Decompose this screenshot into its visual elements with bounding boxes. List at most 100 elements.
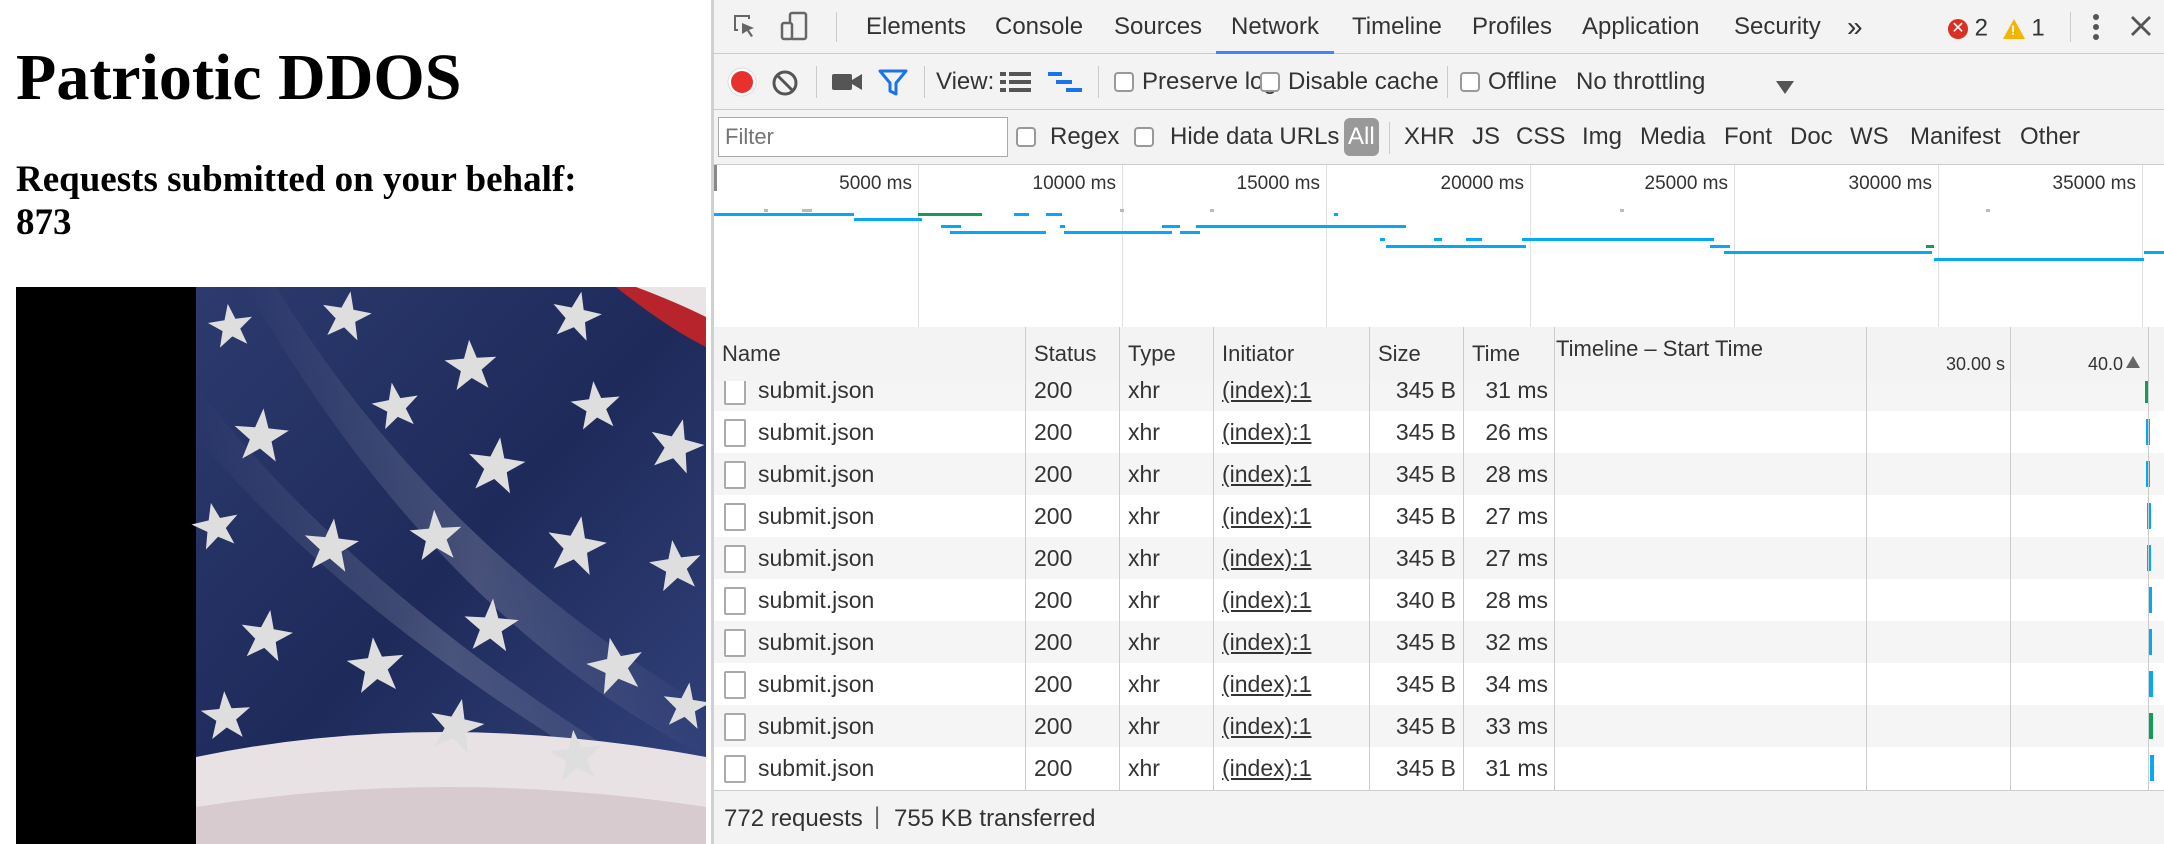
error-counter[interactable]: ✕ 2 ! 1: [1948, 14, 2045, 43]
type-filter-manifest[interactable]: Manifest: [1910, 123, 2001, 151]
page-title: Patriotic DDOS: [16, 41, 462, 114]
disable-cache-label[interactable]: Disable cache: [1288, 68, 1439, 96]
throttling-select[interactable]: No throttling: [1576, 68, 1705, 96]
device-toolbar-icon[interactable]: [780, 11, 810, 50]
view-label: View:: [936, 68, 995, 95]
type-filter-img[interactable]: Img: [1582, 123, 1622, 151]
request-initiator[interactable]: (index):1: [1222, 453, 1311, 495]
request-type: xhr: [1128, 419, 1160, 445]
request-name[interactable]: submit.json: [758, 411, 874, 453]
customize-menu-icon[interactable]: [2086, 11, 2106, 50]
request-initiator[interactable]: (index):1: [1222, 495, 1311, 537]
request-initiator[interactable]: (index):1: [1222, 663, 1311, 705]
request-initiator[interactable]: (index):1: [1222, 381, 1311, 411]
table-row[interactable]: submit.json 200 xhr (index):1 345 B 31 ms: [714, 747, 2164, 789]
request-name[interactable]: submit.json: [758, 621, 874, 663]
american-flag-image: [16, 287, 706, 844]
request-initiator[interactable]: (index):1: [1222, 747, 1311, 789]
large-rows-icon[interactable]: [1000, 70, 1032, 101]
request-name[interactable]: submit.json: [758, 747, 874, 789]
waterfall-view-icon[interactable]: [1048, 70, 1084, 101]
waterfall-bar[interactable]: [2149, 713, 2153, 739]
column-header-size[interactable]: Size: [1378, 327, 1421, 381]
tab-security[interactable]: Security: [1734, 0, 1821, 54]
request-name[interactable]: submit.json: [758, 453, 874, 495]
table-row[interactable]: submit.json 200 xhr (index):1 345 B 27 ms: [714, 537, 2164, 579]
table-row[interactable]: submit.json 200 xhr (index):1 345 B 32 ms: [714, 621, 2164, 663]
table-row[interactable]: submit.json 200 xhr (index):1 345 B 33 ms: [714, 705, 2164, 747]
request-type: xhr: [1128, 461, 1160, 487]
table-row[interactable]: submit.json 200 xhr (index):1 345 B 26 ms: [714, 411, 2164, 453]
request-initiator[interactable]: (index):1: [1222, 537, 1311, 579]
request-name[interactable]: submit.json: [758, 705, 874, 747]
type-filter-other[interactable]: Other: [2020, 123, 2080, 151]
tab-console[interactable]: Console: [995, 0, 1083, 54]
tab-network[interactable]: Network: [1216, 0, 1335, 54]
type-filter-js[interactable]: JS: [1472, 123, 1500, 151]
overview-waterfall: [714, 209, 2164, 261]
waterfall-bar[interactable]: [2150, 755, 2154, 781]
type-filter-xhr[interactable]: XHR: [1404, 123, 1455, 151]
tab-timeline[interactable]: Timeline: [1352, 0, 1442, 54]
tab-elements[interactable]: Elements: [866, 0, 966, 54]
request-name[interactable]: submit.json: [758, 537, 874, 579]
column-header-name[interactable]: Name: [722, 327, 781, 381]
hide-data-urls-checkbox[interactable]: [1134, 127, 1154, 147]
type-filter-doc[interactable]: Doc: [1790, 123, 1833, 151]
offline-checkbox[interactable]: [1460, 72, 1480, 92]
request-initiator[interactable]: (index):1: [1222, 579, 1311, 621]
request-time: 31 ms: [1485, 381, 1548, 403]
tab-profiles[interactable]: Profiles: [1472, 0, 1552, 54]
request-initiator[interactable]: (index):1: [1222, 621, 1311, 663]
tab-sources[interactable]: Sources: [1114, 0, 1202, 54]
filter-icon[interactable]: [878, 68, 908, 105]
column-header-timeline[interactable]: Timeline – Start Time: [1556, 327, 1763, 381]
regex-checkbox[interactable]: [1016, 127, 1036, 147]
request-size: 345 B: [1395, 713, 1456, 739]
tab-application[interactable]: Application: [1582, 0, 1699, 54]
capture-screenshots-icon[interactable]: [830, 70, 864, 101]
clear-icon[interactable]: [770, 68, 800, 105]
network-toolbar: View: Preserve log Disable cache Offline…: [714, 54, 2164, 110]
request-type: xhr: [1128, 713, 1160, 739]
type-filter-media[interactable]: Media: [1640, 123, 1705, 151]
type-filter-ws[interactable]: WS: [1850, 123, 1889, 151]
request-initiator[interactable]: (index):1: [1222, 411, 1311, 453]
disable-cache-checkbox[interactable]: [1260, 72, 1280, 92]
hide-data-urls-label[interactable]: Hide data URLs: [1170, 123, 1339, 151]
network-status-bar: 772 requests | 755 KB transferred: [714, 790, 2164, 844]
waterfall-bar[interactable]: [2149, 671, 2153, 697]
table-row[interactable]: submit.json 200 xhr (index):1 345 B 27 ms: [714, 495, 2164, 537]
filter-input[interactable]: [718, 117, 1008, 157]
preserve-log-checkbox[interactable]: [1114, 72, 1134, 92]
column-header-time[interactable]: Time: [1472, 327, 1520, 381]
record-button[interactable]: [726, 66, 758, 105]
request-name[interactable]: submit.json: [758, 663, 874, 705]
request-status: 200: [1034, 713, 1073, 739]
offline-label[interactable]: Offline: [1488, 68, 1557, 96]
preserve-log-label[interactable]: Preserve log: [1142, 68, 1277, 96]
type-filter-css[interactable]: CSS: [1516, 123, 1565, 151]
column-header-initiator[interactable]: Initiator: [1222, 327, 1294, 381]
regex-label[interactable]: Regex: [1050, 123, 1119, 151]
column-header-type[interactable]: Type: [1128, 327, 1176, 381]
request-name[interactable]: submit.json: [758, 495, 874, 537]
table-row[interactable]: submit.json 200 xhr (index):1 345 B 31 ms: [714, 381, 2164, 411]
column-header-status[interactable]: Status: [1034, 327, 1096, 381]
table-row[interactable]: submit.json 200 xhr (index):1 340 B 28 ms: [714, 579, 2164, 621]
more-tabs-button[interactable]: »: [1847, 0, 1863, 54]
network-overview[interactable]: 5000 ms 10000 ms 15000 ms 20000 ms 25000…: [714, 165, 2164, 328]
close-icon[interactable]: [2128, 13, 2154, 46]
inspect-element-icon[interactable]: [732, 13, 760, 48]
requests-table-body: submit.json 200 xhr (index):1 345 B 31 ms subm…: [714, 381, 2164, 790]
request-status: 200: [1034, 671, 1073, 697]
request-name[interactable]: submit.json: [758, 579, 874, 621]
type-filter-all[interactable]: All: [1344, 118, 1379, 156]
table-row[interactable]: submit.json 200 xhr (index):1 345 B 34 ms: [714, 663, 2164, 705]
table-row[interactable]: submit.json 200 xhr (index):1 345 B 28 ms: [714, 453, 2164, 495]
chevron-down-icon[interactable]: [1776, 74, 1794, 102]
request-initiator[interactable]: (index):1: [1222, 705, 1311, 747]
request-name[interactable]: submit.json: [758, 381, 874, 411]
request-time: 31 ms: [1485, 755, 1548, 781]
type-filter-font[interactable]: Font: [1724, 123, 1772, 151]
